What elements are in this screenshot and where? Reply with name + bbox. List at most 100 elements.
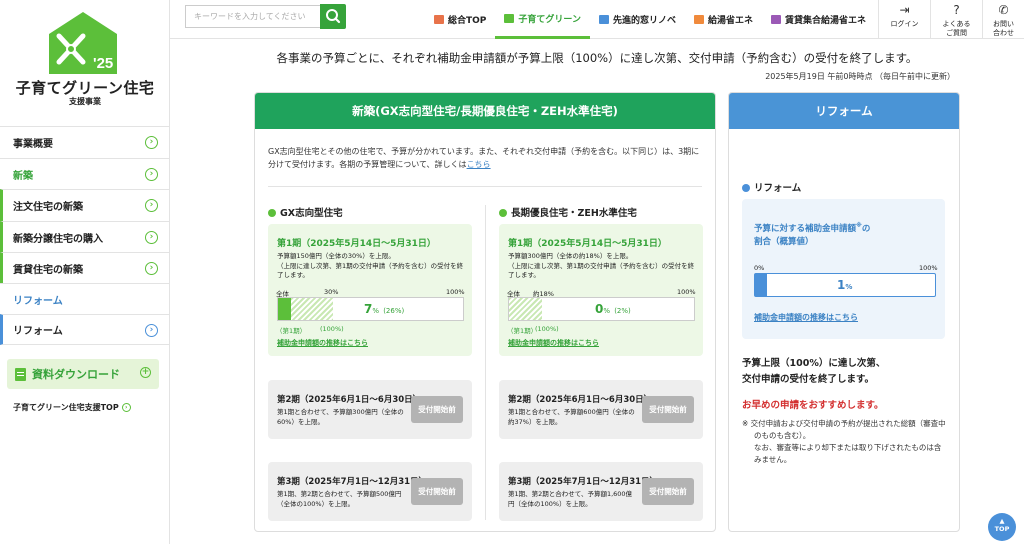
progress-percent: 7% (26%): [364, 302, 404, 316]
sidebar-item-reform-header[interactable]: リフォーム: [0, 283, 170, 314]
zeh-progress-bar: 0% (2%): [508, 297, 695, 321]
document-icon: [15, 367, 26, 381]
details-link[interactable]: こちら: [467, 160, 491, 169]
bullet-icon: [499, 209, 507, 217]
reform-card-title: リフォーム: [729, 93, 959, 129]
zeh-period1-panel: 第1期（2025年5月14日〜5月31日） 予算額300億円（全体の約18%）を…: [499, 224, 703, 356]
chevron-right-icon: ›: [145, 324, 158, 337]
scale-mid: 30%: [324, 288, 339, 296]
bullet-icon: [268, 209, 276, 217]
not-open-button[interactable]: 受付開始前: [411, 478, 463, 505]
house-icon: [504, 13, 515, 23]
zeh-period2-panel: 第2期（2025年6月1日〜6月30日） 第1期と合わせて、予算額600億円（全…: [499, 380, 703, 439]
not-open-button[interactable]: 受付開始前: [642, 478, 694, 505]
logo-year: '25: [93, 55, 113, 72]
update-date: 2025年5月19日 午前0時時点 （毎日午前中に更新）: [765, 72, 955, 81]
zeh-section-title: 長期優良住宅・ZEH水準住宅: [499, 205, 637, 219]
contact-label-2: 合わせ: [993, 29, 1014, 37]
logo-subtitle: 支援事業: [69, 97, 101, 106]
tab-kosodate-green[interactable]: 子育てグリーン: [495, 0, 590, 39]
sidebar-item-custom-house[interactable]: 注文住宅の新築 ›: [0, 189, 170, 221]
sidebar-item-label: 新築: [13, 170, 33, 182]
progress-percent: 0% (2%): [595, 302, 631, 316]
gx-period2-panel: 第2期（2025年6月1日〜6月30日） 第1期と合わせて、予算額300億円（全…: [268, 380, 472, 439]
search-button[interactable]: [320, 4, 346, 29]
percent-sub: (2%): [614, 307, 631, 315]
bar-label-left: （第1期）: [507, 327, 538, 335]
history-link[interactable]: 補助金申請額の推移はこちら: [754, 312, 858, 323]
building-icon: [770, 15, 781, 24]
period-title: 第3期（2025年7月1日〜12月31日）: [277, 477, 428, 487]
budget-notice: 各事業の予算ごとに、それぞれ補助金申請額が予算上限（100%）に達し次第、交付申…: [276, 51, 918, 65]
sidebar-item-new-build[interactable]: 新築 ›: [0, 158, 170, 189]
site-logo[interactable]: '25 子育てグリーン住宅 支援事業: [0, 0, 170, 126]
arrow-up-icon: ▲: [999, 517, 1005, 525]
tab-label: 総合TOP: [448, 16, 487, 26]
column-divider: [485, 205, 486, 520]
sidebar-item-label: リフォーム: [13, 326, 63, 337]
contact-button[interactable]: ✆ お問い 合わせ: [982, 0, 1024, 39]
period-title: 第1期（2025年5月14日〜5月31日）: [508, 239, 667, 249]
period-share-area: [509, 298, 543, 320]
period-description: 予算額150億円（全体の30%）を上限。 （上限に達し次第、第1期の交付申請（予約…: [277, 252, 467, 281]
period-description: 第1期と合わせて、予算額300億円（全体の60%）を上限。: [277, 408, 404, 426]
progress-fill: [278, 298, 291, 320]
history-link[interactable]: 補助金申請額の推移はこちら: [277, 338, 368, 348]
footnote-2: なお、審査等により却下または取り下げされたものは含みません。: [754, 443, 942, 464]
period-title: 第1期（2025年5月14日〜5月31日）: [277, 239, 436, 249]
download-button[interactable]: 資料ダウンロード +: [7, 359, 159, 389]
bar-label-right: (100%): [535, 325, 559, 333]
sidebar-item-label: 賃貸住宅の新築: [13, 264, 83, 276]
login-button[interactable]: ⇥ ログイン: [878, 0, 930, 39]
tab-rental-water-heater[interactable]: 賃貸集合給湯省エネ: [762, 0, 875, 39]
faq-label-2: ご質問: [946, 29, 967, 37]
percent-unit: %: [845, 283, 853, 291]
chevron-right-icon: ›: [121, 403, 131, 412]
gx-period1-panel: 第1期（2025年5月14日〜5月31日） 予算額150億円（全体の30%）を上…: [268, 224, 472, 356]
tab-water-heater[interactable]: 給湯省エネ: [685, 0, 762, 39]
not-open-button[interactable]: 受付開始前: [642, 396, 694, 423]
divider: [268, 186, 702, 187]
back-to-top-button[interactable]: ▲ TOP: [988, 513, 1016, 541]
top-header: キーワードを入力してください 総合TOP 子育てグリーン 先進的窓リノベ 給湯省…: [170, 0, 1024, 39]
search-input[interactable]: キーワードを入力してください: [185, 5, 320, 28]
tab-label: 給湯省エネ: [707, 16, 753, 26]
percent-unit: %: [372, 307, 380, 315]
program-top-link[interactable]: 子育てグリーン住宅支援TOP ›: [13, 402, 131, 413]
sidebar-item-reform[interactable]: リフォーム ›: [0, 314, 170, 345]
question-icon: ?: [953, 3, 960, 17]
sidebar-item-new-subdivision[interactable]: 新築分譲住宅の購入 ›: [0, 221, 170, 252]
logo-title: 子育てグリーン住宅: [15, 79, 155, 97]
scale-right: 100%: [919, 264, 938, 272]
chevron-right-icon: ›: [145, 231, 158, 244]
faq-button[interactable]: ? よくある ご質問: [930, 0, 982, 39]
bar-label-right: (100%): [320, 325, 344, 333]
tab-label: 子育てグリーン: [518, 14, 581, 25]
scale-left: 0%: [754, 264, 765, 272]
bullet-icon: [742, 184, 750, 192]
reform-message: 予算上限（100%）に達し次第、 交付申請の受付を終了します。: [742, 356, 885, 388]
tab-window-renovation[interactable]: 先進的窓リノベ: [590, 0, 685, 39]
reform-title-text: リフォーム: [754, 183, 802, 194]
sidebar-item-overview[interactable]: 事業概要 ›: [0, 126, 170, 158]
bar-label-left: （第1期）: [276, 327, 307, 335]
sidebar-item-label: リフォーム: [13, 295, 63, 307]
zeh-period3-panel: 第3期（2025年7月1日〜12月31日） 第1期、第2期と合わせて、予算額1,…: [499, 462, 703, 521]
sidebar-nav: 事業概要 › 新築 › 注文住宅の新築 › 新築分譲住宅の購入 › 賃貸住宅の新築 › リ…: [0, 126, 170, 345]
tab-general-top[interactable]: 総合TOP: [425, 0, 495, 39]
chevron-right-icon: ›: [145, 262, 158, 275]
chevron-right-icon: ›: [145, 136, 158, 149]
period-description: 第1期、第2期と合わせて、予算額500億円（全体の100%）を上限。: [277, 490, 402, 508]
new-build-description: GX志向型住宅とその他の住宅で、予算が分かれています。また、それぞれ交付申請（予…: [268, 145, 703, 171]
tab-label: 賃貸集合給湯省エネ: [784, 16, 866, 26]
not-open-button[interactable]: 受付開始前: [411, 396, 463, 423]
scale-right: 100%: [446, 288, 465, 296]
sidebar-item-rental-build[interactable]: 賃貸住宅の新築 ›: [0, 252, 170, 283]
period-desc-2: （上限に達し次第、第1期の交付申請（予約を含む）の受付を終了します。: [277, 261, 464, 280]
period-description: 第1期と合わせて、予算額600億円（全体の約37%）を上限。: [508, 408, 635, 426]
percent-unit: %: [603, 307, 611, 315]
house-logo-icon: '25: [49, 12, 117, 74]
footnote-1: ※ 交付申請および交付申請の予約が提出された総額（審査中のものも含む）。: [742, 419, 946, 440]
period-desc-1: 予算額300億円（全体の約18%）を上限。: [508, 252, 633, 260]
history-link[interactable]: 補助金申請額の推移はこちら: [508, 338, 599, 348]
